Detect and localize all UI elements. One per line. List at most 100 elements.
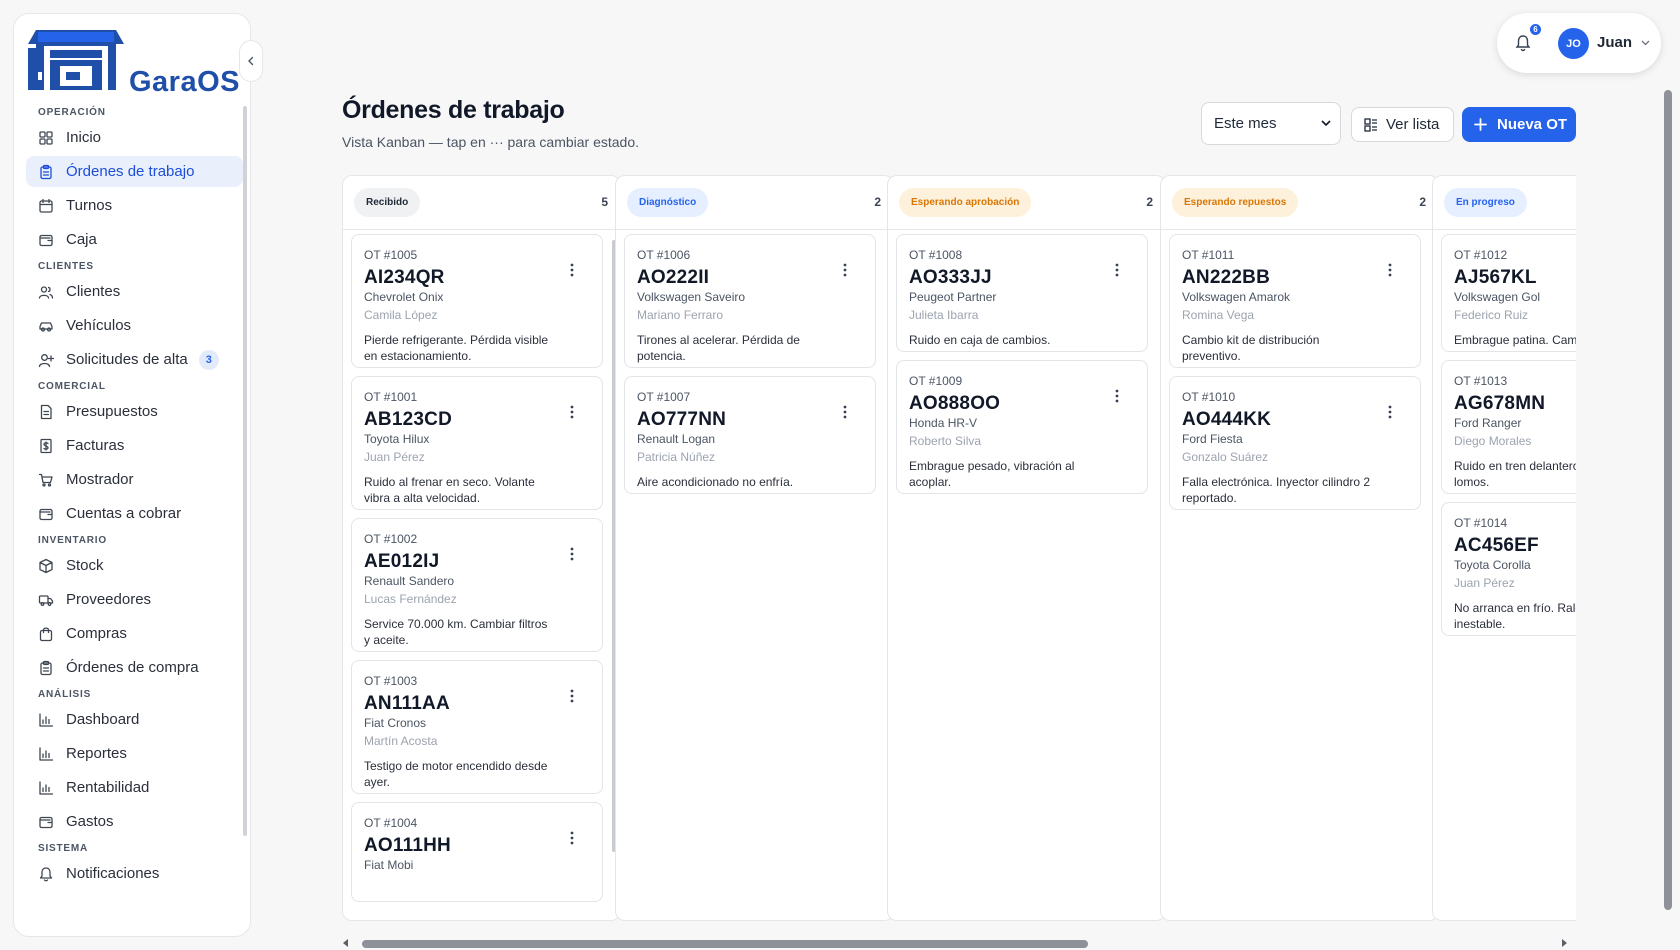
horizontal-scroll-thumb[interactable] — [362, 940, 1088, 948]
work-order-card[interactable]: OT #1002 AE012IJ Renault Sandero Lucas Fern… — [351, 518, 603, 652]
work-order-card[interactable]: OT #1007 AO777NN Renault Logan Patricia Núñ… — [624, 376, 876, 494]
garage-logo-icon — [28, 30, 124, 90]
vehicle-model: Ford Fiesta — [1182, 432, 1243, 446]
column-header: Recibido 5 — [343, 176, 620, 230]
work-order-card[interactable]: OT #1004 AO111HH Fiat Mobi — [351, 802, 603, 902]
count-badge: 3 — [198, 349, 219, 370]
work-order-card[interactable]: OT #1014 AC456EF Toyota Corolla Juan Pérez N… — [1441, 502, 1576, 636]
work-order-card[interactable]: OT #1009 AO888OO Honda HR-V Roberto Silva Em… — [896, 360, 1148, 494]
work-order-card[interactable]: OT #1010 AO444KK Ford Fiesta Gonzalo Suárez… — [1169, 376, 1421, 510]
vehicle-model: Peugeot Partner — [909, 290, 997, 304]
sidebar-item-ordenes-de-trabajo[interactable]: Órdenes de trabajo — [26, 156, 243, 187]
sidebar-item-notificaciones[interactable]: Notificaciones — [26, 858, 243, 889]
work-order-number: OT #1003 — [364, 674, 418, 688]
sidebar-item-rentabilidad[interactable]: Rentabilidad — [26, 772, 243, 803]
kanban-column: Diagnóstico 2 OT #1006 AO222II Volkswagen Sa… — [615, 175, 894, 921]
sidebar-item-solicitudes-de-alta[interactable]: Solicitudes de alta 3 — [26, 344, 243, 375]
more-options-icon[interactable] — [563, 261, 581, 279]
notifications-button[interactable] — [1515, 34, 1531, 52]
sidebar-item-label: Dashboard — [66, 711, 140, 728]
client-name: Federico Ruiz — [1454, 308, 1529, 322]
more-options-icon[interactable] — [563, 403, 581, 421]
more-options-icon[interactable] — [1108, 387, 1126, 405]
sidebar-item-reportes[interactable]: Reportes — [26, 738, 243, 769]
work-order-card[interactable]: OT #1001 AB123CD Toyota Hilux Juan Pérez Rui… — [351, 376, 603, 510]
view-list-button[interactable]: Ver lista — [1351, 107, 1454, 142]
user-name[interactable]: Juan — [1597, 34, 1632, 51]
sidebar-item-turnos[interactable]: Turnos — [26, 190, 243, 221]
avatar[interactable]: JO — [1558, 28, 1589, 59]
license-plate: AC456EF — [1454, 535, 1539, 556]
client-name: Camila López — [364, 308, 438, 322]
work-order-card[interactable]: OT #1005 AI234QR Chevrolet Onix Camila Lópe… — [351, 234, 603, 368]
status-badge: Esperando aprobación — [899, 188, 1032, 217]
issue-description: Service 70.000 km. Cambiar filtros y ace… — [364, 617, 548, 647]
vehicle-model: Volkswagen Gol — [1454, 290, 1541, 304]
status-badge: En progreso — [1444, 188, 1527, 217]
issue-description: Embrague patina. Cambio de kit. — [1454, 333, 1576, 347]
sidebar-item-label: Gastos — [66, 813, 114, 830]
client-name: Martín Acosta — [364, 734, 438, 748]
user-menu[interactable]: 6 JO Juan — [1497, 13, 1661, 73]
more-options-icon[interactable] — [563, 687, 581, 705]
sidebar-item-caja[interactable]: Caja — [26, 224, 243, 255]
sidebar-item-label: Órdenes de compra — [66, 659, 199, 676]
issue-description: Tirones al acelerar. Pérdida de potencia… — [637, 333, 800, 363]
sidebar-item-proveedores[interactable]: Proveedores — [26, 584, 243, 615]
more-options-icon[interactable] — [1381, 403, 1399, 421]
sidebar-item-vehiculos[interactable]: Vehículos — [26, 310, 243, 341]
document-icon — [40, 404, 52, 419]
car-icon — [39, 321, 53, 332]
sidebar-item-label: Caja — [66, 231, 97, 248]
work-order-card[interactable]: OT #1013 AG678MN Ford Ranger Diego Morales R… — [1441, 360, 1576, 494]
new-work-order-button[interactable]: Nueva OT — [1462, 107, 1576, 142]
sidebar-scrollbar[interactable] — [243, 106, 247, 836]
sidebar-item-label: Notificaciones — [66, 865, 160, 882]
more-options-icon[interactable] — [1108, 261, 1126, 279]
bell-icon — [39, 866, 53, 881]
license-plate: AO444KK — [1182, 409, 1272, 430]
sidebar-item-facturas[interactable]: Facturas — [26, 430, 243, 461]
work-order-card[interactable]: OT #1008 AO333JJ Peugeot Partner Julieta Ib… — [896, 234, 1148, 352]
sidebar-item-label: Reportes — [66, 745, 127, 762]
sidebar-item-dashboard[interactable]: Dashboard — [26, 704, 243, 735]
sidebar-item-cuentas-a-cobrar[interactable]: Cuentas a cobrar — [26, 498, 243, 529]
more-options-icon[interactable] — [836, 261, 854, 279]
sidebar-item-label: Presupuestos — [66, 403, 158, 420]
nav-section-title: SISTEMA — [38, 843, 89, 854]
scroll-right-arrow-icon[interactable] — [1560, 939, 1568, 947]
page-vertical-scroll-thumb[interactable] — [1664, 90, 1672, 910]
sidebar-item-clientes[interactable]: Clientes — [26, 276, 243, 307]
nav-section-title: ANÁLISIS — [38, 689, 92, 700]
work-order-card[interactable]: OT #1011 AN222BB Volkswagen Amarok Romina V… — [1169, 234, 1421, 368]
sidebar-item-inicio[interactable]: Inicio — [26, 122, 243, 153]
more-options-icon[interactable] — [563, 545, 581, 563]
work-order-card[interactable]: OT #1012 AJ567KL Volkswagen Gol Federico Ru… — [1441, 234, 1576, 352]
period-select-value: Este mes — [1214, 115, 1277, 132]
sidebar-item-mostrador[interactable]: Mostrador — [26, 464, 243, 495]
client-name: Gonzalo Suárez — [1182, 450, 1269, 464]
sidebar-item-gastos[interactable]: Gastos — [26, 806, 243, 837]
vehicle-model: Renault Logan — [637, 432, 716, 446]
sidebar-item-ordenes-de-compra[interactable]: Órdenes de compra — [26, 652, 243, 683]
vehicle-model: Volkswagen Saveiro — [637, 290, 746, 304]
more-options-icon[interactable] — [836, 403, 854, 421]
work-order-number: OT #1006 — [637, 248, 691, 262]
work-order-card[interactable]: OT #1006 AO222II Volkswagen Saveiro Mariano… — [624, 234, 876, 368]
sidebar-item-stock[interactable]: Stock — [26, 550, 243, 581]
new-work-order-label: Nueva OT — [1497, 116, 1568, 133]
more-options-icon[interactable] — [563, 829, 581, 847]
license-plate: AJ567KL — [1454, 267, 1537, 288]
sidebar-item-presupuestos[interactable]: Presupuestos — [26, 396, 243, 427]
more-options-icon[interactable] — [1381, 261, 1399, 279]
garaos-logo[interactable]: GaraOS — [26, 26, 241, 98]
work-order-number: OT #1009 — [909, 374, 963, 388]
client-name: Roberto Silva — [909, 434, 982, 448]
sidebar-item-compras[interactable]: Compras — [26, 618, 243, 649]
collapse-sidebar-button[interactable] — [239, 40, 263, 82]
vehicle-model: Toyota Corolla — [1454, 558, 1531, 572]
scroll-left-arrow-icon[interactable] — [342, 939, 350, 947]
invoice-icon — [40, 438, 52, 453]
period-select[interactable]: Este mes — [1201, 102, 1341, 145]
work-order-card[interactable]: OT #1003 AN111AA Fiat Cronos Martín Acosta T… — [351, 660, 603, 794]
